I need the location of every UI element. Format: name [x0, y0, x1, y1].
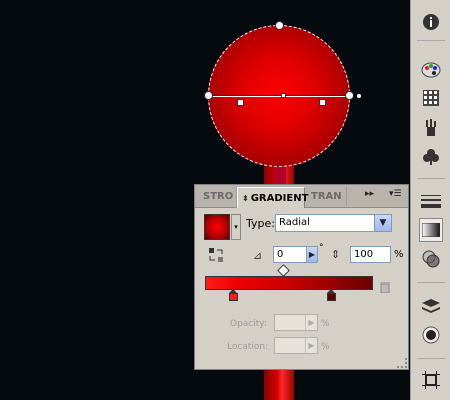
collapse-panel-icon[interactable]: ▸▸: [365, 189, 374, 199]
gradient-center-point[interactable]: [281, 93, 286, 98]
chevron-down-icon[interactable]: ▼: [374, 215, 391, 231]
tab-gradient-label: GRADIENT: [250, 192, 309, 204]
top-bounding-handle[interactable]: [275, 21, 284, 30]
dock-divider: [417, 358, 445, 359]
angle-dropdown-icon[interactable]: ▶: [306, 246, 318, 263]
gradient-annotator-bar[interactable]: [209, 95, 351, 97]
angle-field[interactable]: 0: [273, 246, 307, 263]
tab-options-icon: ⬍: [242, 193, 249, 203]
angle-unit: °: [319, 243, 324, 253]
panel-menu-icon[interactable]: ▾☰: [389, 189, 402, 199]
gradient-icon[interactable]: [419, 218, 443, 242]
type-label: Type:: [246, 217, 275, 230]
symbols-icon[interactable]: [419, 145, 443, 169]
dock-divider: [417, 178, 445, 179]
stroke-icon[interactable]: [419, 190, 443, 214]
opacity-field: ▶: [274, 314, 318, 331]
gradient-radius-dot[interactable]: [357, 94, 361, 98]
location-field: ▶: [274, 337, 318, 354]
transparency-icon[interactable]: [419, 247, 443, 271]
aspect-ratio-icon: ⇕: [331, 248, 341, 261]
artboard-icon[interactable]: [419, 368, 443, 392]
info-icon[interactable]: [419, 10, 443, 34]
location-label: Location:: [227, 342, 269, 352]
location-unit: %: [321, 342, 330, 352]
gradient-ramp[interactable]: [205, 276, 373, 290]
color-palette-icon[interactable]: [419, 58, 443, 82]
tab-transparency-label: TRAN: [311, 191, 342, 202]
gradient-color-stop[interactable]: [327, 289, 337, 301]
gradient-panel: STRO ⬍ GRADIENT TRAN ▸▸ ▾☰ ▾ Type: Radia…: [194, 184, 409, 370]
opacity-unit: %: [321, 319, 330, 329]
layers-icon[interactable]: [419, 294, 443, 318]
panel-resize-grip[interactable]: [397, 358, 407, 368]
gradient-color-stop[interactable]: [229, 289, 239, 301]
appearance-icon[interactable]: [419, 323, 443, 347]
tab-transparency[interactable]: TRAN: [307, 187, 347, 206]
panel-dock-strip: [410, 0, 450, 400]
tab-stroke[interactable]: STRO: [199, 187, 237, 206]
canvas-color-stop[interactable]: [319, 99, 326, 106]
gradient-origin-handle[interactable]: [204, 91, 213, 100]
dock-divider: [417, 282, 445, 283]
tab-gradient[interactable]: ⬍ GRADIENT: [237, 187, 308, 208]
angle-icon: ⊿: [253, 249, 263, 262]
delete-stop-icon[interactable]: [379, 278, 391, 294]
reverse-gradient-icon[interactable]: [208, 247, 224, 263]
gradient-end-handle[interactable]: [345, 91, 354, 100]
swatches-icon[interactable]: [419, 86, 443, 110]
panel-tab-bar: STRO ⬍ GRADIENT TRAN ▸▸ ▾☰: [195, 185, 408, 208]
location-dropdown-icon: ▶: [305, 338, 317, 353]
aspect-ratio-field[interactable]: 100: [350, 246, 391, 263]
tab-stroke-label: STRO: [203, 191, 234, 202]
gradient-type-value: Radial: [279, 217, 310, 228]
canvas-color-stop[interactable]: [237, 99, 244, 106]
dock-divider: [417, 40, 445, 41]
aspect-ratio-unit: %: [394, 249, 404, 260]
opacity-dropdown-icon: ▶: [305, 315, 317, 330]
brushes-icon[interactable]: [419, 116, 443, 140]
gradient-fill-swatch[interactable]: [204, 214, 230, 240]
swatch-dropdown-icon[interactable]: ▾: [231, 214, 241, 240]
gradient-type-select[interactable]: Radial ▼: [275, 214, 392, 232]
opacity-label: Opacity:: [230, 319, 267, 329]
gradient-midpoint-diamond[interactable]: [277, 264, 290, 277]
